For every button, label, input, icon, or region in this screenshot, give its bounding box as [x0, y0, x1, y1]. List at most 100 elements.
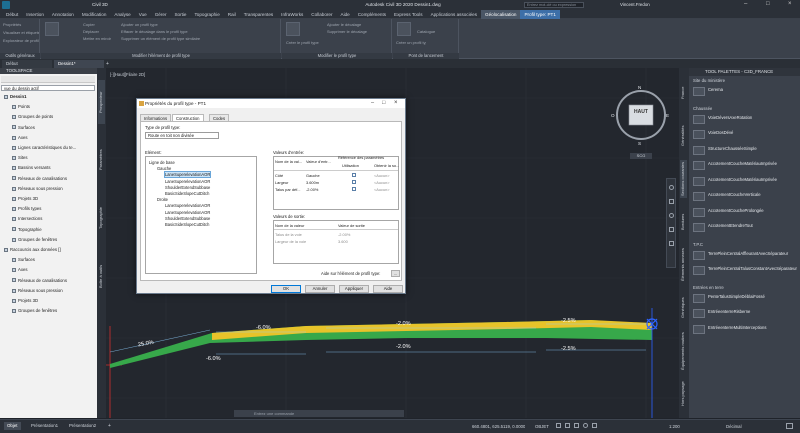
tree-item[interactable]: Dessin1 [4, 93, 26, 100]
element-tree-item[interactable]: BasicSideSlopeCutDitch [165, 222, 209, 227]
catalog-button[interactable]: Catalogue [417, 29, 457, 34]
ribbon-tab[interactable]: Sortie [170, 10, 190, 19]
model-space-toggle[interactable]: OBJET [535, 424, 549, 429]
palette-vtab[interactable]: Sections courantes [680, 160, 687, 198]
palette-section-title[interactable]: T.P.C [693, 242, 703, 247]
palette-tool-item[interactable]: AccotementCoucheMatériauImprivée [693, 176, 797, 188]
palette-tool-item[interactable]: EntréeenterreMultiInterceptions [693, 324, 797, 336]
compass-e[interactable]: E [666, 113, 669, 118]
element-tree-item[interactable]: LaneSuperelevationAOR [165, 203, 210, 208]
tree-item[interactable]: Groupes de fenêtres [12, 236, 57, 243]
ribbon-tab[interactable]: Insertion [22, 10, 48, 19]
use-checkbox[interactable] [352, 180, 356, 184]
create-assembly-button[interactable]: Créer le profil type [286, 40, 326, 45]
dialog-minimize-icon[interactable]: – [371, 100, 374, 106]
user-account[interactable]: Vincent.Fredon [620, 2, 665, 7]
col-header[interactable]: Valeur d'entr... [306, 159, 331, 164]
close-icon[interactable]: × [788, 1, 792, 7]
launchpad-icon[interactable] [397, 22, 411, 36]
properties-button[interactable]: Propriétés [3, 22, 39, 27]
palette-tool-item[interactable]: PenteTalusSimpleDéblaiFossé [693, 293, 797, 305]
palette-section-title[interactable]: Site du ministère [693, 78, 725, 83]
tab-construction[interactable]: Construction [172, 114, 204, 121]
table-cell[interactable]: <Aucun> [374, 173, 390, 178]
workspace-selector[interactable]: Civil 3D [92, 2, 122, 7]
palette-tool-item[interactable]: EntréeenterreRisberne [693, 308, 797, 320]
table-cell[interactable]: <Aucun> [374, 187, 390, 192]
showmotion-icon[interactable] [669, 241, 674, 246]
table-cell[interactable]: 3.600m [306, 180, 319, 185]
palette-vtab[interactable]: France [680, 74, 687, 112]
tree-item[interactable]: Axes [12, 134, 28, 141]
tab-informations[interactable]: Informations [140, 114, 172, 121]
table-cell[interactable]: -2.00% [306, 187, 318, 192]
osnap-toggle-icon[interactable] [592, 423, 597, 428]
palette-tool-item[interactable]: Cerema [693, 86, 797, 98]
table-cell[interactable]: Gauche [306, 173, 320, 178]
viewcube-face-label[interactable]: HAUT [631, 109, 651, 115]
apply-button[interactable]: Appliquer [339, 285, 369, 293]
ribbon-tab[interactable]: Vue [135, 10, 151, 19]
element-tree-item[interactable]: LaneSuperelevationAOR [165, 179, 210, 184]
ribbon-tab[interactable]: Rail [224, 10, 240, 19]
add-layout-icon[interactable]: + [108, 423, 111, 429]
palette-tool-item[interactable]: TerrePleinCentralAffleurantAvecSéparateu… [693, 250, 797, 262]
tree-item[interactable]: Surfaces [12, 256, 35, 263]
ribbon-tab[interactable]: Profil type: PT1 [520, 10, 560, 19]
pan-icon[interactable] [669, 199, 674, 204]
palette-tool-item[interactable]: AccotementCoucheVerticale [693, 191, 797, 203]
layout-tab-model[interactable]: Objet [4, 422, 21, 430]
layout-tab-1[interactable]: Présentation1 [28, 422, 61, 430]
ok-button[interactable]: OK [271, 285, 301, 293]
palette-vtab[interactable]: Bordures [680, 203, 687, 241]
vtab-settings[interactable]: Paramètres [98, 138, 105, 182]
clear-offset-button[interactable]: Effacer le décalage dans le profil type [121, 29, 201, 34]
vtab-survey[interactable]: Topographie [98, 196, 105, 240]
tab-codes[interactable]: Codes [209, 114, 230, 121]
ribbon-tab[interactable]: Modification [78, 10, 111, 19]
palette-vtab[interactable]: Équipements routiers [680, 332, 687, 370]
palette-vtab[interactable]: Génériques [680, 289, 687, 327]
minimize-icon[interactable]: – [744, 1, 747, 7]
units-menu[interactable]: Décimal [726, 424, 742, 429]
ribbon-tab[interactable]: Collaborer [307, 10, 336, 19]
zoom-icon[interactable] [669, 213, 674, 218]
annotation-scale[interactable]: 1:200 [669, 424, 680, 429]
add-assembly-button[interactable]: Ajouter un profil type [121, 22, 181, 27]
element-tree-item[interactable]: Gauche [157, 166, 171, 171]
palette-tool-item[interactable]: AccotementCoucheMatériauImprivée [693, 160, 797, 172]
ribbon-tab[interactable]: Géolocalisation [481, 10, 521, 19]
tree-item[interactable]: Projets 3D [12, 297, 38, 304]
ribbon-tab[interactable]: Applications associées [427, 10, 481, 19]
ribbon-tab[interactable]: Express Tools [390, 10, 427, 19]
ribbon-tab[interactable]: InfraWorks [277, 10, 307, 19]
tree-item[interactable]: Bassins versants [12, 164, 50, 171]
ribbon-tab[interactable]: Transparentes [240, 10, 277, 19]
view-label-button[interactable]: Visualiser et étiqueter [3, 30, 39, 35]
col-header[interactable]: Nom de la val... [275, 159, 302, 164]
tree-item[interactable]: Lignes caractéristiques du te... [12, 144, 76, 151]
create-subassembly-button[interactable]: Créer un profil type [396, 40, 426, 45]
ribbon-tab[interactable]: Compléments [354, 10, 390, 19]
dialog-close-icon[interactable]: × [394, 100, 398, 106]
element-tree-item[interactable]: Droite [157, 197, 168, 202]
snap-toggle-icon[interactable] [565, 423, 570, 428]
ribbon-tab[interactable]: Annotation [48, 10, 78, 19]
tree-item[interactable]: Profils types [12, 205, 41, 212]
palette-vtab[interactable]: Éléments annexes [680, 246, 687, 284]
compass-w[interactable]: O [611, 113, 615, 118]
palette-tool-item[interactable]: TerrePleinCentralTalusConstantAvecSépara… [693, 265, 797, 277]
file-tab-start[interactable]: Début [2, 60, 52, 68]
ribbon-tab[interactable]: Topographie [191, 10, 224, 19]
cancel-button[interactable]: Annuler [305, 285, 335, 293]
toolspace-view-combo[interactable]: vue du dessin actif [1, 85, 95, 91]
ribbon-tab[interactable]: Début [2, 10, 22, 19]
element-tree-item[interactable]: LaneSuperelevationAOR [165, 210, 210, 215]
tree-item[interactable]: Réseaux de canalisations [12, 175, 67, 182]
tree-item[interactable]: Axes [12, 266, 28, 273]
help-button[interactable]: Aide [373, 285, 403, 293]
wcs-menu[interactable]: SCG [630, 153, 652, 159]
steering-wheel-icon[interactable] [669, 185, 674, 190]
col-header[interactable]: Utilisation [342, 163, 359, 168]
tree-item[interactable]: Intersections [12, 215, 42, 222]
